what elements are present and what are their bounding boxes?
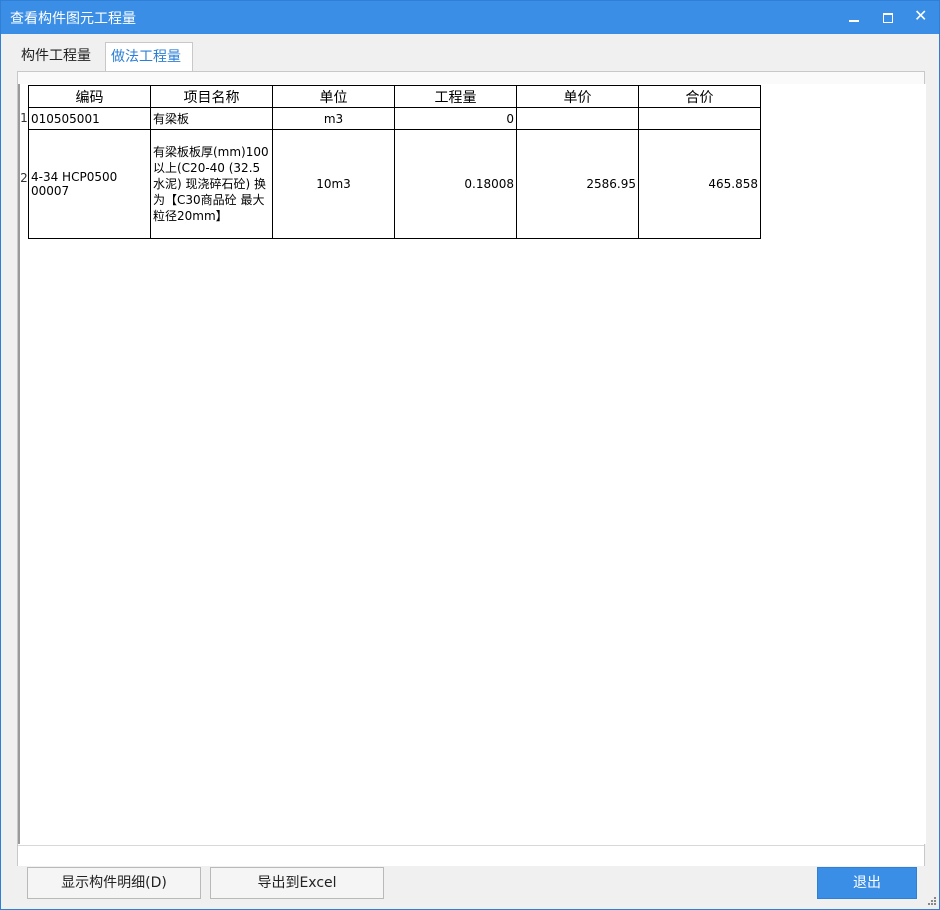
maximize-icon <box>883 13 893 23</box>
row-number: 1 <box>20 111 28 125</box>
grid-footer-strip <box>18 845 924 866</box>
column-header-code[interactable]: 编码 <box>28 85 151 108</box>
dialog-window: 查看构件图元工程量 ✕ 构件工程量 做法工程量 编码 项目名称 单位 工程量 单… <box>0 0 940 910</box>
cell-total-price[interactable] <box>638 107 761 130</box>
exit-button[interactable]: 退出 <box>817 867 917 899</box>
window-title: 查看构件图元工程量 <box>10 11 136 27</box>
cell-name[interactable]: 有梁板板厚(mm)100以上(C20-40 (32.5水泥) 现浇碎石砼) 换为… <box>150 129 273 239</box>
table-row[interactable]: 010505001 有梁板 m3 0 <box>28 107 761 130</box>
show-detail-button[interactable]: 显示构件明细(D) <box>27 867 201 899</box>
column-header-quantity[interactable]: 工程量 <box>394 85 517 108</box>
minimize-icon <box>849 20 859 22</box>
tab-component-quantity[interactable]: 构件工程量 <box>16 42 105 70</box>
maximize-button[interactable] <box>873 1 903 34</box>
column-header-total-price[interactable]: 合价 <box>638 85 761 108</box>
column-header-name[interactable]: 项目名称 <box>150 85 273 108</box>
cell-code[interactable]: 010505001 <box>28 107 151 130</box>
table-header-row: 编码 项目名称 单位 工程量 单价 合价 <box>28 85 761 108</box>
cell-quantity[interactable]: 0 <box>394 107 517 130</box>
close-button[interactable]: ✕ <box>906 1 936 34</box>
title-bar[interactable]: 查看构件图元工程量 ✕ <box>1 1 939 34</box>
tab-method-quantity[interactable]: 做法工程量 <box>105 42 193 72</box>
quantity-table: 编码 项目名称 单位 工程量 单价 合价 010505001 有梁板 m3 0 <box>28 85 761 239</box>
column-header-unit[interactable]: 单位 <box>272 85 395 108</box>
table-row[interactable]: 4-34 HCP0500 00007 有梁板板厚(mm)100以上(C20-40… <box>28 129 761 239</box>
cell-code[interactable]: 4-34 HCP0500 00007 <box>28 129 151 239</box>
close-icon: ✕ <box>914 6 928 25</box>
export-excel-button[interactable]: 导出到Excel <box>210 867 384 899</box>
column-header-unit-price[interactable]: 单价 <box>516 85 639 108</box>
cell-quantity[interactable]: 0.18008 <box>394 129 517 239</box>
cell-unit-price[interactable] <box>516 107 639 130</box>
row-number: 2 <box>20 171 28 185</box>
cell-total-price[interactable]: 465.858 <box>638 129 761 239</box>
cell-unit[interactable]: 10m3 <box>272 129 395 239</box>
cell-name[interactable]: 有梁板 <box>150 107 273 130</box>
cell-unit[interactable]: m3 <box>272 107 395 130</box>
cell-unit-price[interactable]: 2586.95 <box>516 129 639 239</box>
resize-grip-icon[interactable] <box>927 896 937 906</box>
minimize-button[interactable] <box>839 1 869 34</box>
tab-panel: 编码 项目名称 单位 工程量 单价 合价 010505001 有梁板 m3 0 <box>17 71 926 866</box>
quantity-grid[interactable]: 编码 项目名称 单位 工程量 单价 合价 010505001 有梁板 m3 0 <box>18 84 926 844</box>
